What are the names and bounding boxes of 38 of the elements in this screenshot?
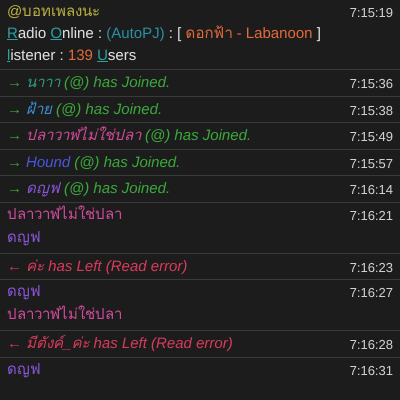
message-time: 7:15:49 [350, 128, 393, 146]
sender-name: ปลาวาฬไม่ใช่ปลา [7, 204, 122, 224]
bot-message-line: Radio Online : (AutoPJ) : [ ดอกฟ้า - Labanoon ] [7, 24, 321, 44]
user-name: ดญฟ [26, 179, 60, 199]
sender-name: ดญฟ [7, 282, 42, 302]
leave-notice: ค่ะ has Left (Read error) [26, 256, 188, 276]
join-arrow-icon: → [7, 98, 22, 120]
join-notice: (@) has Joined. [64, 73, 170, 93]
user-name: ปลาวาฬไม่ใช่ปลา [26, 126, 141, 146]
message-time: 7:16:27 [350, 284, 393, 302]
message-time: 7:15:38 [350, 102, 393, 120]
user-name: Hound [26, 152, 70, 172]
join-notice: (@) has Joined. [56, 100, 162, 120]
sender-name: @บอทเพลงนะ [7, 2, 102, 22]
message-time: 7:16:14 [350, 181, 393, 199]
bot-message-line: listener : 139 Users [7, 46, 138, 66]
leave-arrow-icon: ← [7, 256, 22, 276]
join-arrow-icon: → [7, 72, 22, 93]
message-time: 7:15:19 [350, 4, 393, 22]
join-notice: (@) has Joined. [64, 179, 170, 199]
join-notice: (@) has Joined. [74, 152, 180, 172]
message-time: 7:15:36 [350, 75, 393, 93]
user-name: ฝ้าย [26, 100, 52, 120]
user-name: นาาา [26, 73, 60, 93]
leave-arrow-icon: ← [7, 333, 22, 354]
message-time: 7:16:23 [350, 258, 393, 276]
message-time: 7:15:57 [350, 154, 393, 172]
leave-notice: มีตังค์_ค่ะ has Left (Read error) [26, 334, 233, 354]
join-arrow-icon: → [7, 125, 22, 146]
chat-message: ปลาวาฬไม่ใช่ปลา [7, 304, 122, 325]
sender-name: ดญฟ [7, 360, 41, 380]
message-time: 7:16:31 [350, 362, 393, 380]
message-time: 7:16:21 [350, 206, 393, 224]
join-arrow-icon: → [7, 152, 22, 172]
join-notice: (@) has Joined. [145, 126, 252, 146]
join-arrow-icon: → [7, 178, 22, 199]
message-time: 7:16:28 [350, 336, 393, 354]
chat-message: ดญฟ [7, 228, 42, 248]
